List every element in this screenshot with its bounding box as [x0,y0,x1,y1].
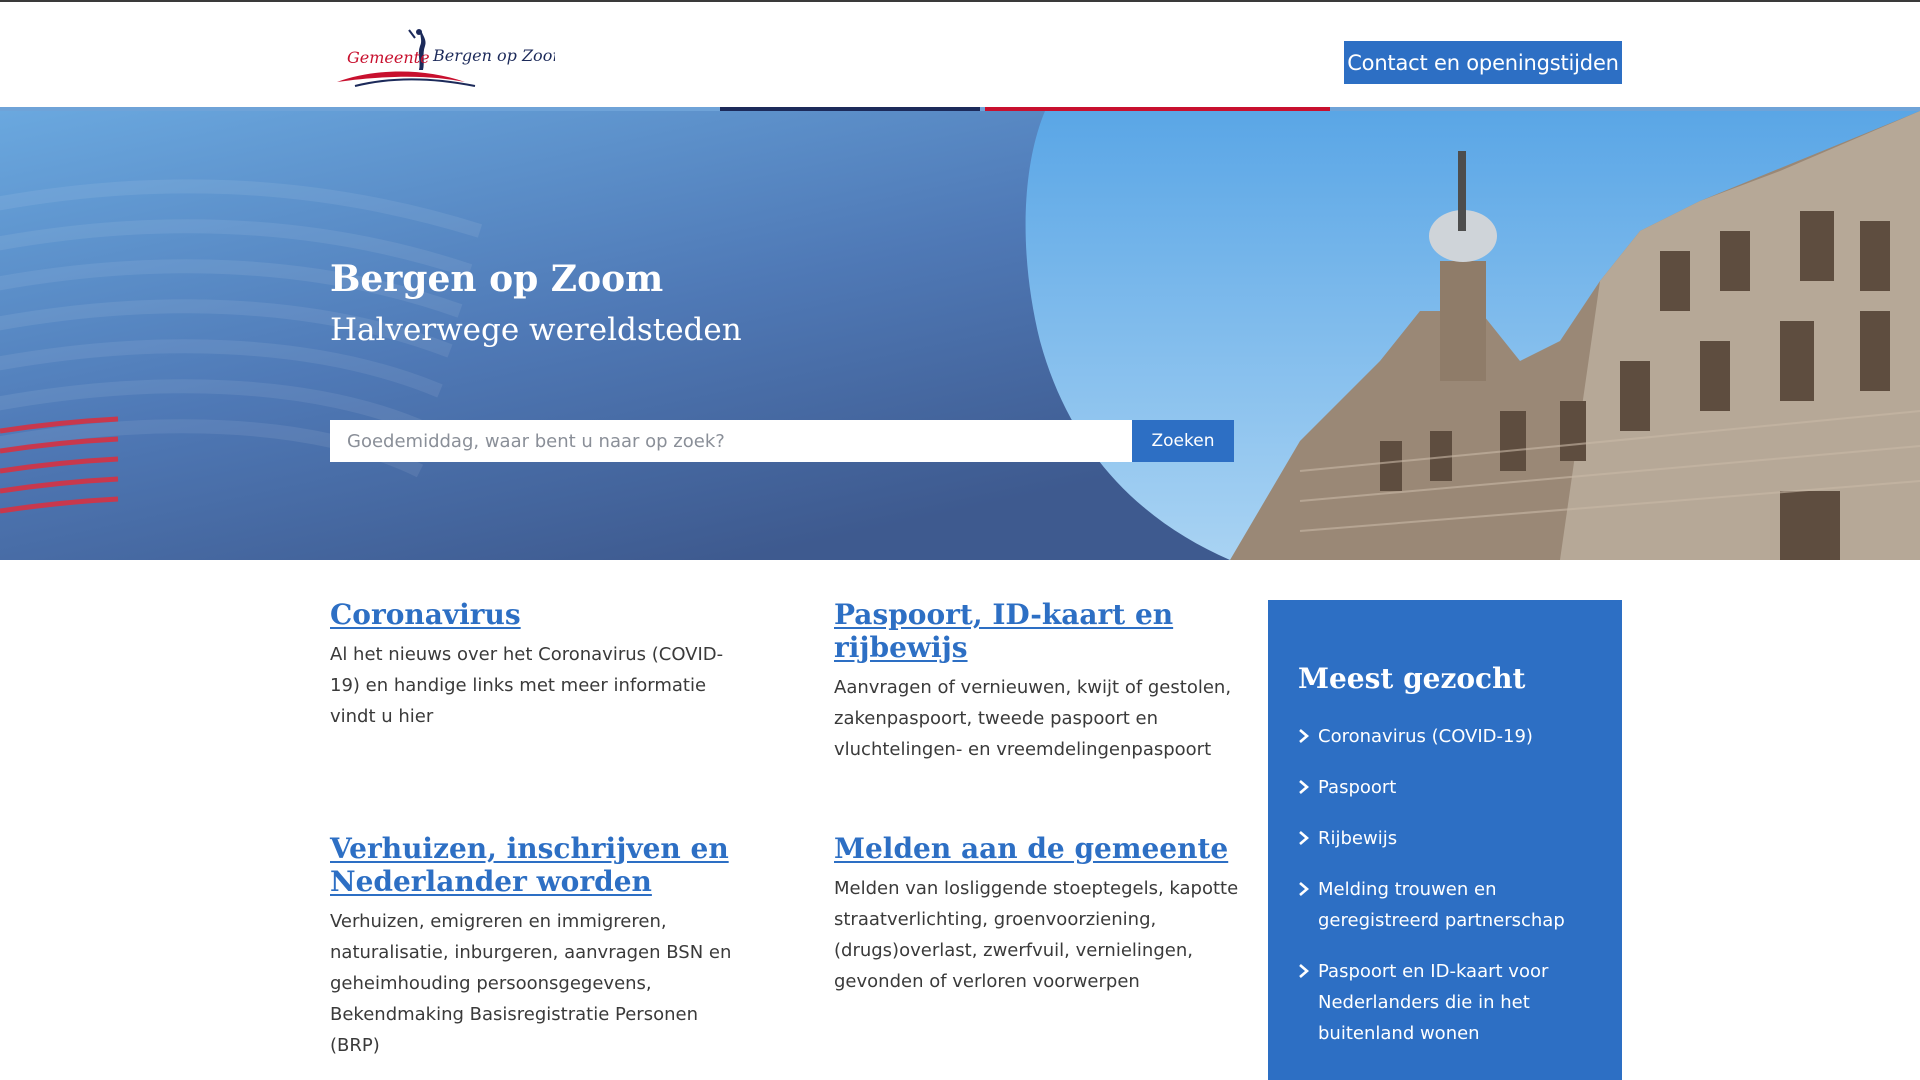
card-title-link[interactable]: Coronavirus [330,598,750,631]
most-searched-panel: Meest gezocht Coronavirus (COVID-19) Pas… [1268,600,1622,1080]
site-header: Gemeente Bergen op Zoom Contact en openi… [0,2,1920,109]
card-title-link[interactable]: Paspoort, ID-kaart en rijbewijs [834,598,1254,664]
most-searched-link[interactable]: Paspoort [1298,772,1594,803]
most-searched-link[interactable]: Rijbewijs [1298,823,1594,854]
most-searched-label: Paspoort [1318,777,1397,798]
card-description: Aanvragen of vernieuwen, kwijt of gestol… [834,677,1232,760]
hero-background [0,111,1920,560]
most-searched-title: Meest gezocht [1298,662,1526,695]
logo-text-city: Bergen op Zoom [432,46,555,65]
card-title-link[interactable]: Melden aan de gemeente [834,832,1254,865]
card-paspoort: Paspoort, ID-kaart en rijbewijs Aanvrage… [834,598,1254,765]
hero-subtitle: Halverwege wereldsteden [330,312,742,348]
hero-title: Bergen op Zoom [330,258,664,300]
search-button[interactable]: Zoeken [1132,420,1234,462]
most-searched-link[interactable]: Melding trouwen en geregistreerd partner… [1298,874,1594,936]
search-input[interactable] [330,420,1132,462]
card-description: Verhuizen, emigreren en immigreren, natu… [330,911,732,1056]
chevron-right-icon [1299,964,1309,978]
card-description: Al het nieuws over het Coronavirus (COVI… [330,644,724,727]
municipality-logo[interactable]: Gemeente Bergen op Zoom [335,26,555,92]
most-searched-label: Coronavirus (COVID-19) [1318,726,1533,747]
most-searched-label: Paspoort en ID-kaart voor Nederlanders d… [1318,961,1549,1044]
most-searched-list: Coronavirus (COVID-19) Paspoort Rijbewij… [1298,721,1594,1049]
chevron-right-icon [1299,831,1309,845]
logo-text-gemeente: Gemeente [347,48,430,67]
card-description: Melden van losliggende stoeptegels, kapo… [834,878,1239,992]
hero-banner: Bergen op Zoom Halverwege wereldsteden Z… [0,111,1920,560]
most-searched-link[interactable]: Coronavirus (COVID-19) [1298,721,1594,752]
chevron-right-icon [1299,882,1309,896]
card-title-link[interactable]: Verhuizen, inschrijven en Nederlander wo… [330,832,750,898]
most-searched-label: Melding trouwen en geregistreerd partner… [1318,879,1565,931]
chevron-right-icon [1299,729,1309,743]
contact-button[interactable]: Contact en openingstijden [1344,41,1622,84]
chevron-right-icon [1299,780,1309,794]
card-melden: Melden aan de gemeente Melden van loslig… [834,832,1254,997]
most-searched-link[interactable]: Paspoort en ID-kaart voor Nederlanders d… [1298,956,1594,1049]
card-coronavirus: Coronavirus Al het nieuws over het Coron… [330,598,750,732]
most-searched-label: Rijbewijs [1318,828,1398,849]
card-verhuizen: Verhuizen, inschrijven en Nederlander wo… [330,832,750,1061]
